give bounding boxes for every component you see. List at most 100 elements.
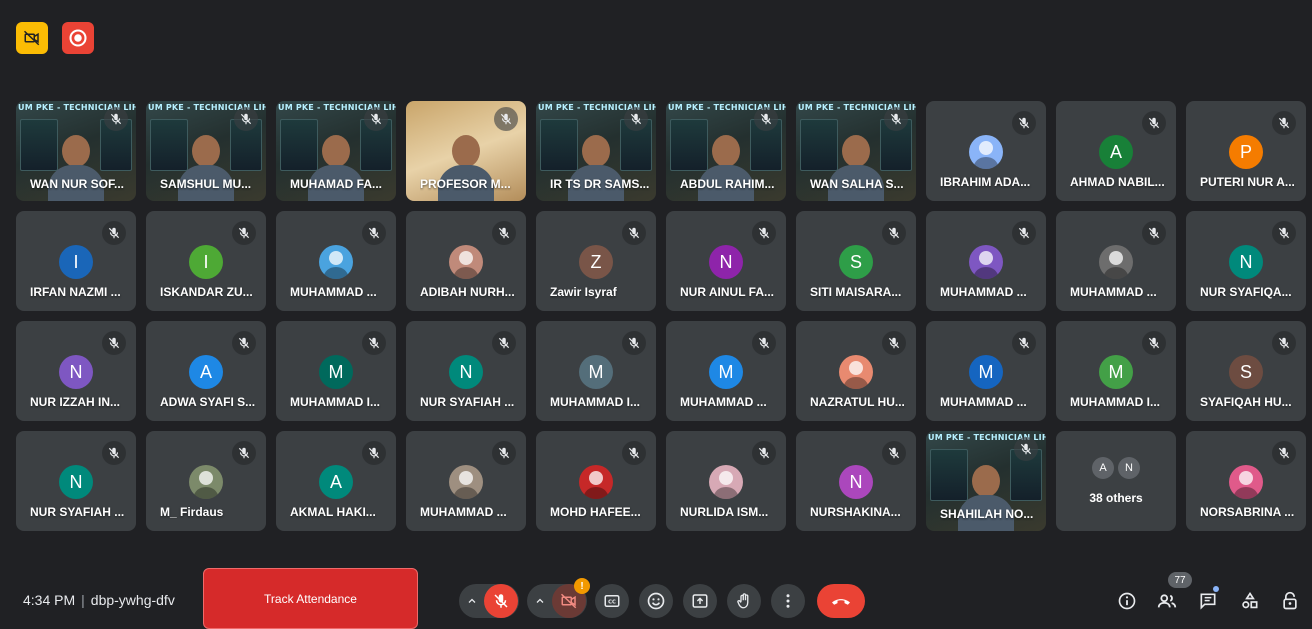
participant-tile[interactable]: A AHMAD NABIL... bbox=[1056, 101, 1176, 201]
participant-tile[interactable]: Z Zawir Isyraf bbox=[536, 211, 656, 311]
participant-name: MUHAMMAD ... bbox=[420, 505, 507, 519]
present-screen-button[interactable] bbox=[683, 584, 717, 618]
leave-call-button[interactable] bbox=[817, 584, 865, 618]
participant-name: MUHAMMAD ... bbox=[290, 285, 377, 299]
mic-off-icon bbox=[364, 107, 388, 131]
participant-tile[interactable]: UM PKE - TECHNICIAN LIFE 1WAN NUR SOF... bbox=[16, 101, 136, 201]
mic-options-chevron-icon[interactable] bbox=[460, 595, 484, 607]
participant-tile[interactable]: M MUHAMMAD ... bbox=[926, 321, 1046, 421]
more-options-button[interactable] bbox=[771, 584, 805, 618]
participant-tile[interactable]: MUHAMMAD ... bbox=[276, 211, 396, 311]
avatar-initial: A bbox=[319, 465, 353, 499]
host-controls-button[interactable] bbox=[1277, 588, 1303, 614]
mic-off-icon bbox=[882, 441, 906, 465]
participant-tile[interactable]: MUHAMMAD ... bbox=[926, 211, 1046, 311]
participant-tile[interactable]: S SYAFIQAH HU... bbox=[1186, 321, 1306, 421]
camera-control[interactable]: ! bbox=[527, 578, 590, 618]
participant-tile[interactable]: N NUR SYAFIAH ... bbox=[16, 431, 136, 531]
mic-off-icon bbox=[882, 331, 906, 355]
avatar-photo bbox=[579, 465, 613, 499]
mic-off-icon bbox=[884, 107, 908, 131]
participant-tile[interactable]: I ISKANDAR ZU... bbox=[146, 211, 266, 311]
mic-off-icon bbox=[622, 441, 646, 465]
mic-off-icon bbox=[754, 107, 778, 131]
participant-tile[interactable]: UM PKE - TECHNICIAN LIFE 1SAMSHUL MU... bbox=[146, 101, 266, 201]
top-status-badges bbox=[16, 22, 94, 54]
participant-tile[interactable]: P PUTERI NUR A... bbox=[1186, 101, 1306, 201]
meeting-code: dbp-ywhg-dfv bbox=[90, 592, 175, 608]
mic-off-icon bbox=[622, 221, 646, 245]
participant-name: NUR AINUL FA... bbox=[680, 285, 775, 299]
raise-hand-button[interactable] bbox=[727, 584, 761, 618]
mic-off-icon[interactable] bbox=[484, 584, 518, 618]
mic-off-icon bbox=[624, 107, 648, 131]
participant-tile[interactable]: MOHD HAFEE... bbox=[536, 431, 656, 531]
participant-tile[interactable]: N NURSHAKINA... bbox=[796, 431, 916, 531]
activities-button[interactable] bbox=[1237, 588, 1263, 614]
mic-off-icon bbox=[1012, 111, 1036, 135]
participant-tile[interactable]: UM PKE - TECHNICIAN LIFE 1IR TS DR SAMS.… bbox=[536, 101, 656, 201]
more-vert-icon bbox=[786, 594, 790, 608]
meeting-details-button[interactable] bbox=[1114, 588, 1140, 614]
participant-tile[interactable]: N NUR SYAFIQA... bbox=[1186, 211, 1306, 311]
hang-up-icon bbox=[832, 599, 850, 605]
participant-name: SYAFIQAH HU... bbox=[1200, 395, 1292, 409]
avatar-initial: N bbox=[709, 245, 743, 279]
hidden-camera-badge[interactable] bbox=[16, 22, 48, 54]
avatar-initial: S bbox=[1229, 355, 1263, 389]
participant-name: SHAHILAH NO... bbox=[940, 507, 1034, 521]
participant-tile[interactable]: I IRFAN NAZMI ... bbox=[16, 211, 136, 311]
participant-tile[interactable]: M_ Firdaus bbox=[146, 431, 266, 531]
emoji-icon bbox=[647, 592, 665, 610]
participant-tile[interactable]: IBRAHIM ADA... bbox=[926, 101, 1046, 201]
captions-button[interactable]: CC bbox=[595, 584, 629, 618]
participant-name: AKMAL HAKI... bbox=[290, 505, 376, 519]
microphone-control[interactable] bbox=[459, 584, 519, 618]
participant-count-badge: 77 bbox=[1168, 572, 1192, 588]
svg-text:CC: CC bbox=[608, 600, 616, 606]
participant-tile[interactable]: NURLIDA ISM... bbox=[666, 431, 786, 531]
avatar-initial: M bbox=[969, 355, 1003, 389]
participant-tile[interactable]: M MUHAMMAD ... bbox=[666, 321, 786, 421]
participant-name: ADIBAH NURH... bbox=[420, 285, 515, 299]
mic-off-icon bbox=[1012, 331, 1036, 355]
avatar-photo bbox=[1099, 245, 1133, 279]
reactions-button[interactable] bbox=[639, 584, 673, 618]
avatar-initial: N bbox=[59, 355, 93, 389]
participant-tile[interactable]: MUHAMMAD ... bbox=[406, 431, 526, 531]
recording-badge[interactable] bbox=[62, 22, 94, 54]
people-button[interactable] bbox=[1154, 588, 1180, 614]
chat-button[interactable] bbox=[1195, 588, 1221, 614]
participant-tile[interactable]: NAZRATUL HU... bbox=[796, 321, 916, 421]
participant-tile[interactable]: M MUHAMMAD I... bbox=[1056, 321, 1176, 421]
clock-separator: | bbox=[81, 592, 85, 608]
mic-off-icon bbox=[362, 331, 386, 355]
participant-tile[interactable]: ADIBAH NURH... bbox=[406, 211, 526, 311]
participant-tile[interactable]: PROFESOR M... bbox=[406, 101, 526, 201]
participant-tile[interactable]: A ADWA SYAFI S... bbox=[146, 321, 266, 421]
participant-tile[interactable]: A AKMAL HAKI... bbox=[276, 431, 396, 531]
participant-tile[interactable]: UM PKE - TECHNICIAN LIFE 1WAN SALHA S... bbox=[796, 101, 916, 201]
participant-tile[interactable]: NORSABRINA ... bbox=[1186, 431, 1306, 531]
mic-off-icon bbox=[232, 221, 256, 245]
participant-name: AHMAD NABIL... bbox=[1070, 175, 1165, 189]
participant-name: MUHAMMAD ... bbox=[1070, 285, 1157, 299]
mic-off-icon bbox=[1272, 441, 1296, 465]
mic-off-icon bbox=[1014, 437, 1038, 461]
participant-tile[interactable]: S SITI MAISARA... bbox=[796, 211, 916, 311]
participant-tile[interactable]: UM PKE - TECHNICIAN LIFE 1SHAHILAH NO... bbox=[926, 431, 1046, 531]
participant-name: ADWA SYAFI S... bbox=[160, 395, 256, 409]
participant-tile[interactable]: N NUR AINUL FA... bbox=[666, 211, 786, 311]
camera-off-icon[interactable]: ! bbox=[552, 578, 590, 618]
participant-tile[interactable]: A N 38 others bbox=[1056, 431, 1176, 531]
participant-tile[interactable]: UM PKE - TECHNICIAN LIFE 1ABDUL RAHIM... bbox=[666, 101, 786, 201]
camera-warning-badge: ! bbox=[574, 578, 590, 594]
track-attendance-button[interactable]: Track Attendance bbox=[203, 568, 418, 629]
participant-tile[interactable]: N NUR IZZAH IN... bbox=[16, 321, 136, 421]
participant-tile[interactable]: M MUHAMMAD I... bbox=[276, 321, 396, 421]
participant-tile[interactable]: UM PKE - TECHNICIAN LIFE 1MUHAMAD FA... bbox=[276, 101, 396, 201]
participant-tile[interactable]: N NUR SYAFIAH ... bbox=[406, 321, 526, 421]
participant-tile[interactable]: MUHAMMAD ... bbox=[1056, 211, 1176, 311]
participant-tile[interactable]: M MUHAMMAD I... bbox=[536, 321, 656, 421]
camera-options-chevron-icon[interactable] bbox=[528, 595, 552, 607]
